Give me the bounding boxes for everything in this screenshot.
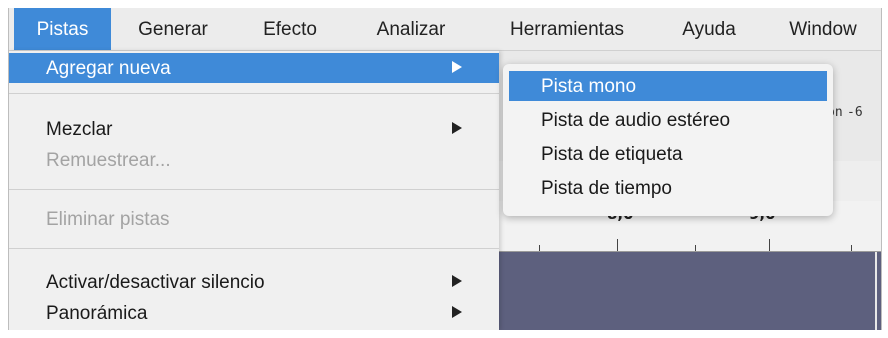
menu-item-activar-silencio[interactable]: Activar/desactivar silencio — [9, 267, 499, 297]
menu-separator — [9, 93, 499, 94]
menu-item-remuestrear: Remuestrear... — [9, 145, 499, 175]
ruler-tick — [695, 245, 696, 251]
submenu-arrow-icon — [452, 275, 462, 287]
menubar-window[interactable]: Window — [771, 8, 875, 50]
submenu-arrow-icon — [452, 61, 462, 73]
menu-item-label: Activar/desactivar silencio — [46, 272, 265, 293]
menu-item-label: Panorámica — [46, 303, 148, 324]
agregar-nueva-submenu: Pista mono Pista de audio estéreo Pista … — [503, 64, 833, 216]
submenu-item-pista-tiempo[interactable]: Pista de tiempo — [509, 173, 827, 203]
menu-separator — [9, 248, 499, 249]
menubar-analizar[interactable]: Analizar — [355, 8, 467, 50]
menu-bar: Pistas Generar Efecto Analizar Herramien… — [9, 8, 881, 51]
menu-item-label: Mezclar — [46, 119, 113, 140]
submenu-arrow-icon — [452, 122, 462, 134]
app-window: Pistas Generar Efecto Analizar Herramien… — [8, 8, 882, 330]
meter-scale-value: -6 — [847, 105, 863, 120]
ruler-tick — [617, 239, 618, 251]
track-area[interactable] — [499, 252, 881, 330]
submenu-arrow-icon — [452, 306, 462, 318]
submenu-item-pista-mono[interactable]: Pista mono — [509, 71, 827, 101]
submenu-item-pista-estereo[interactable]: Pista de audio estéreo — [509, 105, 827, 135]
submenu-item-pista-etiqueta[interactable]: Pista de etiqueta — [509, 139, 827, 169]
menu-item-agregar-nueva[interactable]: Agregar nueva — [9, 53, 499, 83]
pistas-menu: Agregar nueva Mezclar Remuestrear... Eli… — [9, 51, 499, 330]
menu-item-label: Agregar nueva — [46, 58, 171, 79]
menu-item-eliminar-pistas: Eliminar pistas — [9, 204, 499, 234]
submenu-item-label: Pista de etiqueta — [541, 144, 683, 165]
menu-item-label: Eliminar pistas — [46, 209, 170, 230]
ruler-tick — [769, 239, 770, 251]
menu-item-panoramica[interactable]: Panorámica — [9, 298, 499, 328]
menubar-ayuda[interactable]: Ayuda — [667, 8, 751, 50]
ruler-tick — [539, 245, 540, 251]
submenu-item-label: Pista de tiempo — [541, 178, 672, 199]
menu-separator — [9, 189, 499, 190]
menubar-efecto[interactable]: Efecto — [247, 8, 333, 50]
ruler-tick — [851, 245, 852, 251]
track-edge — [875, 252, 877, 330]
menubar-generar[interactable]: Generar — [121, 8, 225, 50]
menu-item-mezclar[interactable]: Mezclar — [9, 114, 499, 144]
menubar-pistas[interactable]: Pistas — [14, 8, 111, 50]
submenu-item-label: Pista mono — [541, 76, 637, 97]
menu-item-label: Remuestrear... — [46, 150, 171, 171]
menubar-herramientas[interactable]: Herramientas — [487, 8, 647, 50]
submenu-item-label: Pista de audio estéreo — [541, 110, 731, 131]
